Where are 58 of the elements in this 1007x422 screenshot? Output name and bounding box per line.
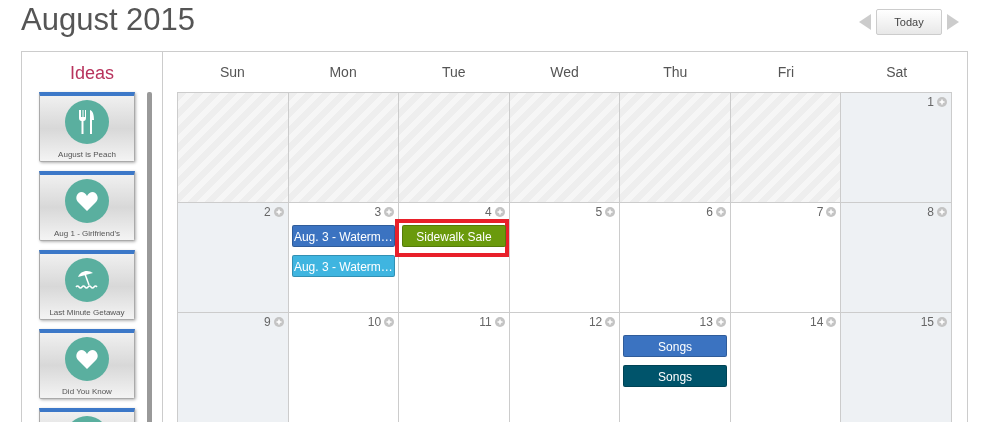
day-number: 10 [367,315,382,329]
scrollbar[interactable] [147,92,152,422]
add-icon[interactable] [605,317,616,327]
day-number: 7 [816,205,824,219]
add-icon[interactable] [384,207,395,217]
day-number: 14 [810,315,824,329]
ideas-title: Ideas [69,62,114,84]
day-number: 15 [920,315,934,329]
add-icon[interactable] [937,97,947,107]
add-icon[interactable] [715,207,726,217]
add-icon[interactable] [826,317,837,327]
add-icon[interactable] [826,207,837,217]
day-number: 1 [927,95,934,109]
add-icon[interactable] [273,207,284,217]
day-number: 4 [485,205,492,219]
day-number: 3 [374,205,382,219]
umbrella-icon [75,269,99,291]
day-number: 9 [263,315,271,329]
event-chip[interactable]: Songs [623,335,727,357]
heart-icon [76,191,98,211]
next-arrow-icon[interactable] [947,14,959,30]
add-icon[interactable] [494,207,505,217]
idea-card[interactable]: Aug 1 - Girlfriend's [39,171,135,241]
add-icon[interactable] [937,207,947,217]
heart-icon [76,349,98,369]
day-number: 13 [699,315,713,329]
day-number: 8 [927,205,934,219]
day-number: 6 [706,205,713,219]
today-button[interactable]: Today [876,9,942,35]
add-icon[interactable] [384,317,395,327]
previous-arrow-icon[interactable] [859,14,871,30]
weekday-label: Sun [218,62,246,82]
day-number: 2 [263,205,271,219]
idea-card[interactable]: Did You Know [39,329,135,399]
weekday-label: Wed [549,62,580,82]
idea-label: August is Peach [58,149,116,161]
idea-label: Aug 1 - Girlfriend's [54,228,120,240]
add-icon[interactable] [273,317,284,327]
add-icon[interactable] [715,317,726,327]
weekday-label: Sat [885,62,909,82]
weekday-label: Thu [662,62,689,82]
day-number: 12 [588,315,603,329]
weekday-label: Fri [776,62,796,82]
add-icon[interactable] [605,207,616,217]
idea-label: Last Minute Getaway [49,307,125,319]
event-chip[interactable]: Songs [623,365,727,387]
weekday-label: Tue [440,62,467,82]
day-number: 5 [595,205,603,219]
idea-card[interactable]: August is Peach [39,92,135,162]
add-icon[interactable] [937,317,947,327]
add-icon[interactable] [494,317,505,327]
idea-card[interactable]: Last Minute Getaway [39,250,135,320]
weekday-label: Mon [328,62,358,82]
day-number: 11 [479,315,492,329]
idea-label: Did You Know [62,386,112,398]
month-title: August 2015 [21,2,196,38]
cutlery-icon [78,110,96,134]
event-chip[interactable]: Aug. 3 - Waterm… [291,225,396,247]
